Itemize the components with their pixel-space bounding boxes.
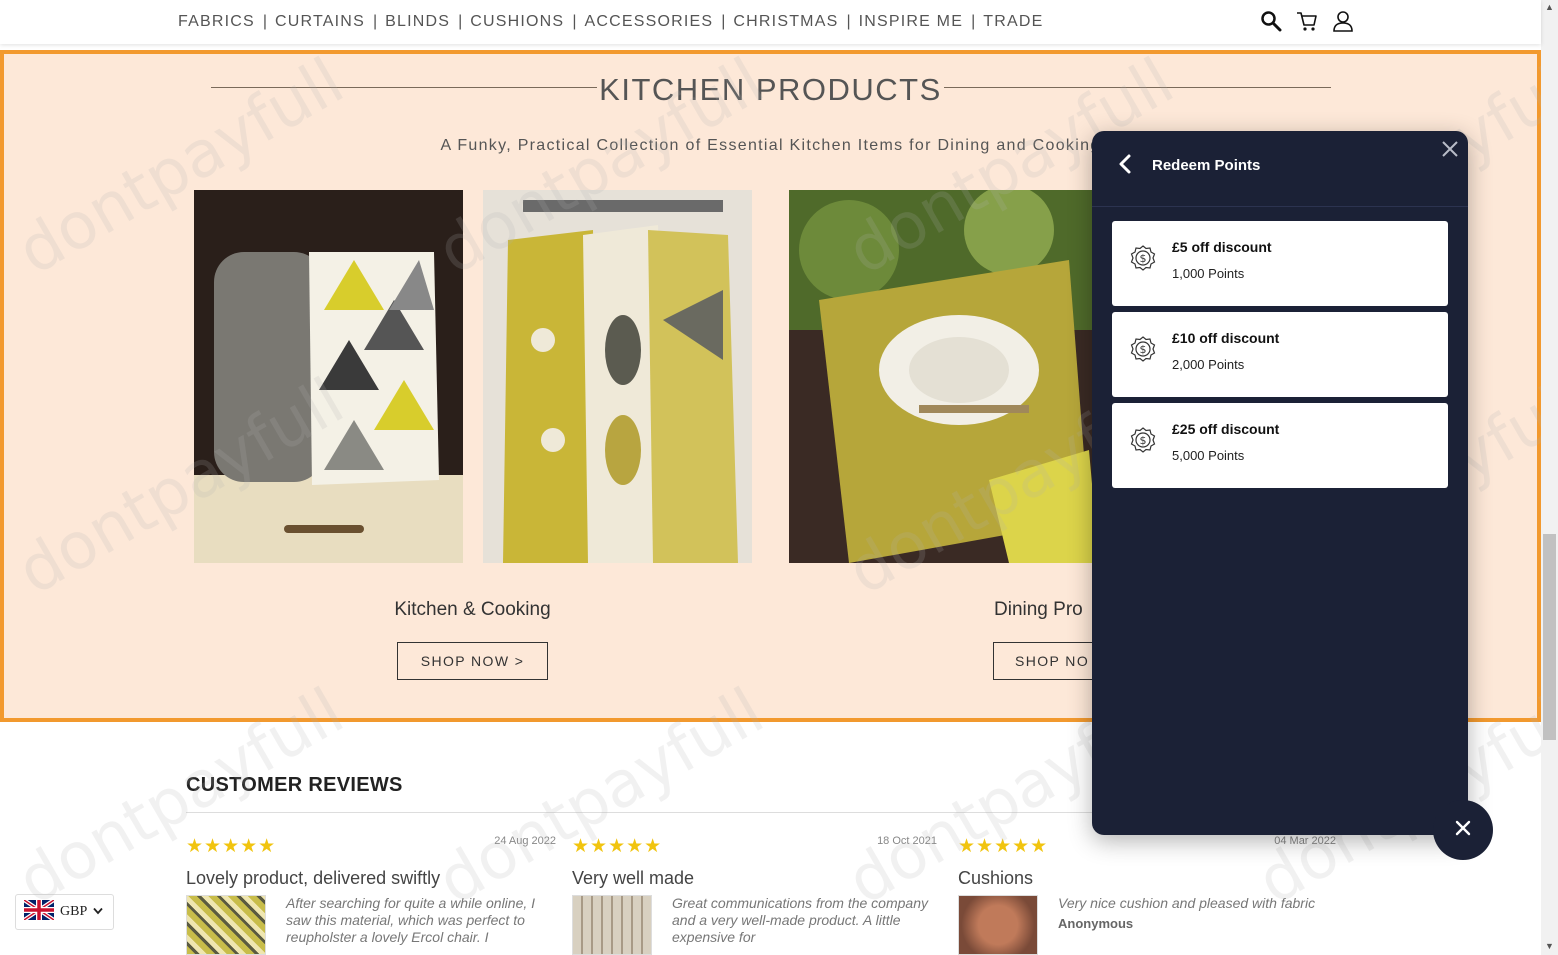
section-title: KITCHEN PRODUCTS xyxy=(4,72,1537,108)
dining-products-image[interactable] xyxy=(789,190,1099,563)
nav-christmas[interactable]: CHRISTMAS xyxy=(733,13,838,31)
review-title: Very well made xyxy=(572,868,695,888)
review-date: 24 Aug 2022 xyxy=(494,835,556,847)
review-date: 18 Oct 2021 xyxy=(877,835,937,847)
review-product-thumbnail[interactable] xyxy=(958,895,1038,955)
nav-separator: | xyxy=(846,13,851,30)
chevron-down-icon xyxy=(93,904,103,920)
reward-points: 5,000 Points xyxy=(1172,448,1245,463)
review-date: 04 Mar 2022 xyxy=(1274,835,1336,847)
nav-separator: | xyxy=(458,13,463,30)
reward-option[interactable]: $ £5 off discount 1,000 Points xyxy=(1112,221,1448,306)
customer-reviews-heading: CUSTOMER REVIEWS xyxy=(186,774,403,796)
close-icon xyxy=(1454,819,1472,842)
oven-glove-image[interactable] xyxy=(194,190,463,563)
reward-option[interactable]: $ £10 off discount 2,000 Points xyxy=(1112,312,1448,397)
reward-points: 2,000 Points xyxy=(1172,357,1245,372)
cart-icon[interactable] xyxy=(1296,10,1318,32)
nav-separator: | xyxy=(971,13,976,30)
reward-name: £5 off discount xyxy=(1172,239,1272,255)
reward-name: £25 off discount xyxy=(1172,421,1280,437)
reward-name: £10 off discount xyxy=(1172,330,1280,346)
panel-header: Redeem Points xyxy=(1092,131,1468,207)
svg-text:$: $ xyxy=(1140,434,1147,447)
nav-blinds[interactable]: BLINDS xyxy=(385,13,450,31)
coin-badge-icon: $ xyxy=(1130,245,1156,271)
currency-code: GBP xyxy=(60,904,88,919)
header-icons xyxy=(1260,10,1354,32)
category-label-kitchen-cooking[interactable]: Kitchen & Cooking xyxy=(344,599,601,621)
review-text: Great communications from the company an… xyxy=(672,895,928,945)
panel-title: Redeem Points xyxy=(1152,157,1261,174)
coin-badge-icon: $ xyxy=(1130,336,1156,362)
currency-selector[interactable]: GBP xyxy=(15,894,114,930)
category-label-dining[interactable]: Dining Pro xyxy=(994,599,1094,621)
main-menu: FABRICS | CURTAINS | BLINDS | CUSHIONS |… xyxy=(178,13,1043,31)
uk-flag-icon xyxy=(22,897,56,925)
search-icon[interactable] xyxy=(1260,10,1282,32)
review-title: Cushions xyxy=(958,868,1034,888)
nav-separator: | xyxy=(721,13,726,30)
nav-curtains[interactable]: CURTAINS xyxy=(275,13,365,31)
section-title-text: KITCHEN PRODUCTS xyxy=(597,72,944,107)
rewards-launcher-close-button[interactable] xyxy=(1433,800,1493,860)
review-body: Great communications from the company an… xyxy=(572,895,937,955)
nav-accessories[interactable]: ACCESSORIES xyxy=(584,13,713,31)
review-card: ★★★★★ 04 Mar 2022 Cushions Very nice cus… xyxy=(958,835,1336,955)
review-product-thumbnail[interactable] xyxy=(186,895,266,955)
scroll-up-arrow-icon[interactable]: ▲ xyxy=(1545,2,1554,12)
reward-points: 1,000 Points xyxy=(1172,266,1245,281)
review-body: Very nice cushion and pleased with fabri… xyxy=(958,895,1336,955)
back-arrow-icon[interactable] xyxy=(1116,153,1136,175)
review-text: After searching for quite a while online… xyxy=(286,895,536,945)
nav-inspire-me[interactable]: INSPIRE ME xyxy=(859,13,963,31)
review-card: ★★★★★ 18 Oct 2021 Very well made Great c… xyxy=(572,835,937,955)
nav-fabrics[interactable]: FABRICS xyxy=(178,13,255,31)
scrollbar-thumb[interactable] xyxy=(1543,534,1556,740)
user-icon[interactable] xyxy=(1332,10,1354,32)
review-card: ★★★★★ 24 Aug 2022 Lovely product, delive… xyxy=(186,835,556,955)
review-author: Anonymous xyxy=(1058,916,1134,931)
review-product-thumbnail[interactable] xyxy=(572,895,652,955)
shop-now-kitchen-button[interactable]: SHOP NOW > xyxy=(397,642,548,680)
svg-text:$: $ xyxy=(1140,343,1147,356)
tea-towels-image[interactable] xyxy=(483,190,752,563)
svg-text:$: $ xyxy=(1140,252,1147,265)
nav-cushions[interactable]: CUSHIONS xyxy=(470,13,564,31)
nav-trade[interactable]: TRADE xyxy=(983,13,1043,31)
nav-separator: | xyxy=(262,13,268,30)
redeem-points-panel: Redeem Points $ £5 off discount 1,000 Po… xyxy=(1092,131,1468,835)
nav-separator: | xyxy=(572,13,577,30)
review-title: Lovely product, delivered swiftly xyxy=(186,868,441,888)
page-scrollbar[interactable]: ▲ ▼ xyxy=(1541,0,1558,955)
top-navigation: FABRICS | CURTAINS | BLINDS | CUSHIONS |… xyxy=(0,0,1541,44)
review-text: Very nice cushion and pleased with fabri… xyxy=(1058,895,1316,911)
nav-separator: | xyxy=(372,13,378,30)
reward-option[interactable]: $ £25 off discount 5,000 Points xyxy=(1112,403,1448,488)
close-icon[interactable] xyxy=(1440,139,1460,159)
shop-now-dining-button[interactable]: SHOP NO xyxy=(993,642,1103,680)
scroll-down-arrow-icon[interactable]: ▼ xyxy=(1545,941,1554,951)
coin-badge-icon: $ xyxy=(1130,427,1156,453)
review-body: After searching for quite a while online… xyxy=(186,895,556,955)
